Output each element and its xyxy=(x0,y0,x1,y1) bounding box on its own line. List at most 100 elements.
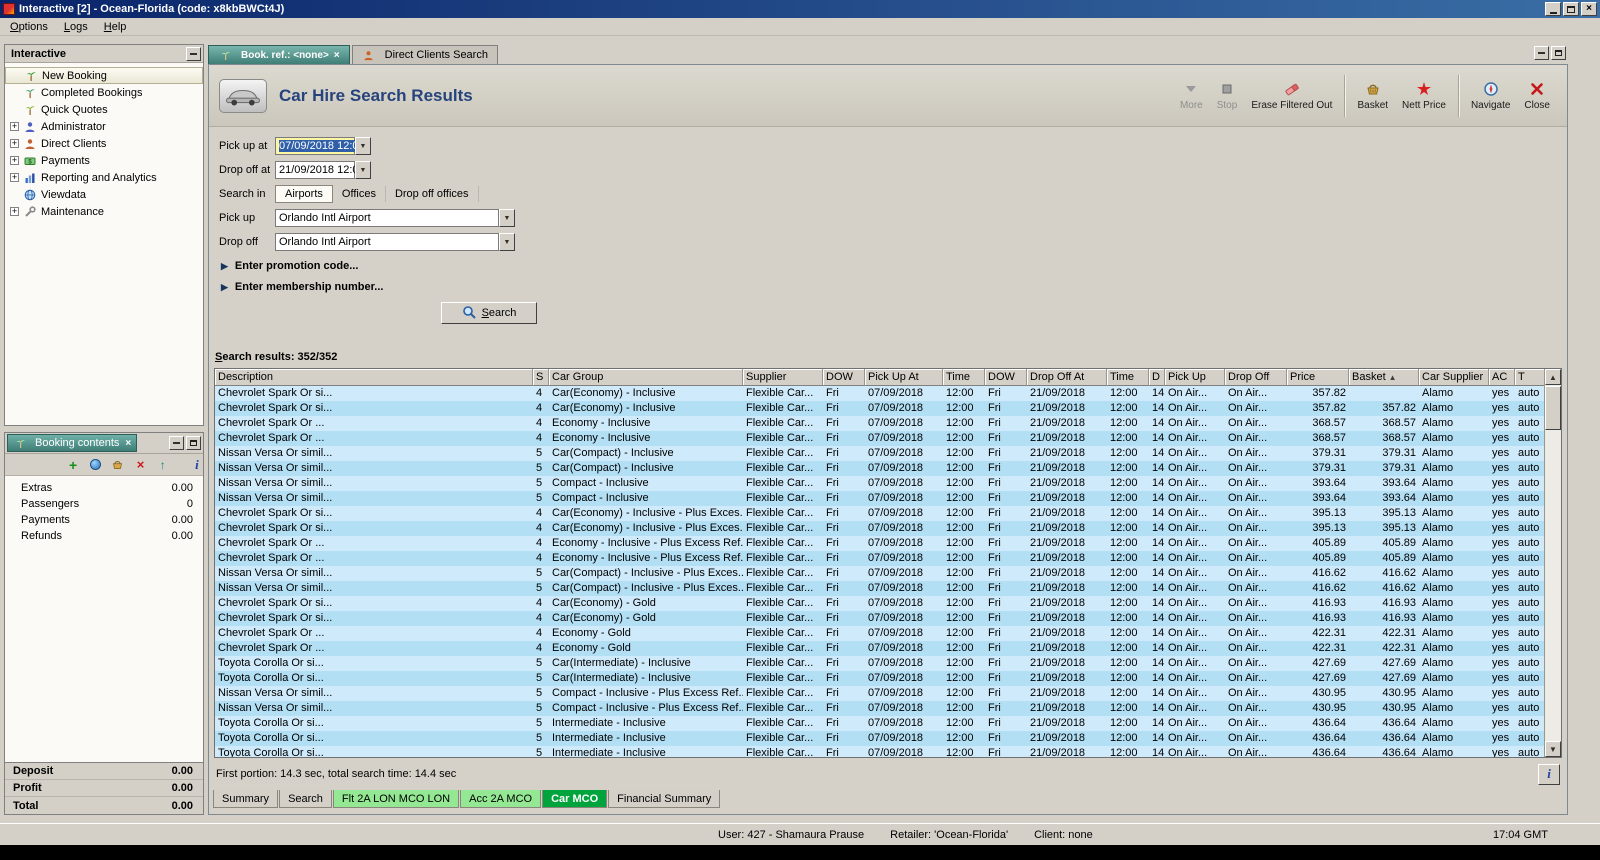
column-header-car-group[interactable]: Car Group xyxy=(549,369,743,386)
dropoff-at-input[interactable]: 21/09/2018 12:00 xyxy=(275,161,365,179)
tab-booking-ref[interactable]: Book. ref.: <none> × xyxy=(208,45,350,64)
table-row[interactable]: Chevrolet Spark Or si... 4 Car(Economy) - … xyxy=(215,611,1544,626)
info-button[interactable]: i xyxy=(1538,763,1560,785)
table-row[interactable]: Nissan Versa Or simil... 5 Compact - Inclu… xyxy=(215,491,1544,506)
menu-logs[interactable]: Logs xyxy=(56,19,96,35)
table-row[interactable]: Nissan Versa Or simil... 5 Car(Compact) - … xyxy=(215,566,1544,581)
stop-button[interactable]: Stop xyxy=(1210,76,1245,115)
sidebar-item-maintenance[interactable]: + Maintenance xyxy=(5,203,203,220)
close-button[interactable]: Close xyxy=(1517,76,1557,115)
erase-filtered-out-button[interactable]: Erase Filtered Out xyxy=(1244,76,1339,115)
table-row[interactable]: Nissan Versa Or simil... 5 Car(Compact) - … xyxy=(215,446,1544,461)
table-row[interactable]: Chevrolet Spark Or si... 4 Car(Economy) - … xyxy=(215,596,1544,611)
search-in-offices[interactable]: Offices xyxy=(333,186,386,202)
navigate-button[interactable]: Navigate xyxy=(1464,76,1517,115)
tab-summary[interactable]: Summary xyxy=(213,790,279,808)
vertical-scrollbar[interactable]: ▲ ▼ xyxy=(1544,369,1561,757)
table-row[interactable]: Nissan Versa Or simil... 5 Car(Compact) - … xyxy=(215,581,1544,596)
table-row[interactable]: Toyota Corolla Or si... 5 Car(Intermediate… xyxy=(215,671,1544,686)
column-header-car-supplier[interactable]: Car Supplier xyxy=(1419,369,1489,386)
column-header-dow[interactable]: DOW xyxy=(823,369,865,386)
menu-help[interactable]: Help xyxy=(96,19,135,35)
sidebar-item-direct-clients[interactable]: + Direct Clients xyxy=(5,135,203,152)
basket-icon[interactable] xyxy=(111,458,124,472)
column-header-drop-off[interactable]: Drop Off xyxy=(1225,369,1287,386)
tab-financial-summary[interactable]: Financial Summary xyxy=(608,790,721,808)
restore-view-button[interactable] xyxy=(1551,46,1566,60)
tab-flight[interactable]: Flt 2A LON MCO LON xyxy=(332,790,460,808)
table-row[interactable]: Chevrolet Spark Or si... 4 Car(Economy) - … xyxy=(215,386,1544,401)
close-tab-icon[interactable]: × xyxy=(334,50,340,61)
nett-price-button[interactable]: Nett Price xyxy=(1395,76,1453,115)
search-button[interactable]: Search xyxy=(441,302,537,324)
column-header-drop-off-at[interactable]: Drop Off At xyxy=(1027,369,1107,386)
tab-car[interactable]: Car MCO xyxy=(542,790,608,808)
tab-direct-clients-search[interactable]: Direct Clients Search xyxy=(351,45,498,64)
info-icon[interactable]: i xyxy=(191,457,203,472)
table-row[interactable]: Chevrolet Spark Or ... 4 Economy - Inclusi… xyxy=(215,536,1544,551)
table-row[interactable]: Chevrolet Spark Or ... 4 Economy - Gold Fle… xyxy=(215,626,1544,641)
table-row[interactable]: Chevrolet Spark Or ... 4 Economy - Inclusi… xyxy=(215,416,1544,431)
close-icon[interactable]: × xyxy=(125,438,131,449)
column-header-d[interactable]: D xyxy=(1149,369,1165,386)
chevron-down-icon[interactable]: ▼ xyxy=(499,209,515,227)
table-row[interactable]: Nissan Versa Or simil... 5 Compact - Inclu… xyxy=(215,686,1544,701)
globe-icon[interactable] xyxy=(89,458,101,472)
scroll-up-icon[interactable]: ▲ xyxy=(1545,369,1561,385)
column-header-supplier[interactable]: Supplier xyxy=(743,369,823,386)
expand-icon[interactable]: + xyxy=(10,207,19,216)
search-in-dropoff-offices[interactable]: Drop off offices xyxy=(386,186,479,202)
expand-icon[interactable]: + xyxy=(10,156,19,165)
list-item[interactable]: Extras 0.00 xyxy=(5,480,203,496)
column-header-ac[interactable]: AC xyxy=(1489,369,1515,386)
expand-icon[interactable]: + xyxy=(10,173,19,182)
list-item[interactable]: Passengers 0 xyxy=(5,496,203,512)
restore-panel-button[interactable] xyxy=(186,436,201,450)
search-in-airports[interactable]: Airports xyxy=(275,185,333,203)
membership-number-expander[interactable]: ▶ Enter membership number... xyxy=(221,281,1567,293)
column-header-description[interactable]: Description xyxy=(215,369,533,386)
promotion-code-expander[interactable]: ▶ Enter promotion code... xyxy=(221,260,1567,272)
table-row[interactable]: Nissan Versa Or simil... 5 Compact - Inclu… xyxy=(215,701,1544,716)
column-header-t[interactable]: T xyxy=(1515,369,1544,386)
column-header-s[interactable]: S xyxy=(533,369,549,386)
table-row[interactable]: Chevrolet Spark Or si... 4 Car(Economy) - … xyxy=(215,506,1544,521)
sidebar-item-viewdata[interactable]: Viewdata xyxy=(5,186,203,203)
add-icon[interactable]: + xyxy=(67,457,79,473)
table-row[interactable]: Chevrolet Spark Or si... 4 Car(Economy) - … xyxy=(215,521,1544,536)
chevron-down-icon[interactable]: ▼ xyxy=(499,233,515,251)
column-header-basket[interactable]: Basket ▲ xyxy=(1349,369,1419,386)
table-row[interactable]: Toyota Corolla Or si... 5 Intermediate - I… xyxy=(215,731,1544,746)
sidebar-item-quick-quotes[interactable]: Quick Quotes xyxy=(5,101,203,118)
column-header-pick-up-at[interactable]: Pick Up At xyxy=(865,369,943,386)
expand-icon[interactable]: + xyxy=(10,122,19,131)
list-item[interactable]: Payments 0.00 xyxy=(5,512,203,528)
column-header-pick-up[interactable]: Pick Up xyxy=(1165,369,1225,386)
maximize-button[interactable] xyxy=(1563,2,1579,16)
sidebar-item-new-booking[interactable]: New Booking xyxy=(5,67,203,84)
sidebar-item-reporting-analytics[interactable]: + Reporting and Analytics xyxy=(5,169,203,186)
close-window-button[interactable]: × xyxy=(1581,2,1597,16)
chevron-down-icon[interactable]: ▼ xyxy=(355,137,371,155)
table-row[interactable]: Nissan Versa Or simil... 5 Car(Compact) - … xyxy=(215,461,1544,476)
table-row[interactable]: Chevrolet Spark Or ... 4 Economy - Inclusi… xyxy=(215,431,1544,446)
column-header-time[interactable]: Time xyxy=(943,369,985,386)
basket-button[interactable]: Basket xyxy=(1350,76,1395,115)
scroll-down-icon[interactable]: ▼ xyxy=(1545,741,1561,757)
table-row[interactable]: Toyota Corolla Or si... 5 Intermediate - I… xyxy=(215,716,1544,731)
sidebar-item-payments[interactable]: + $ Payments xyxy=(5,152,203,169)
delete-icon[interactable]: × xyxy=(134,457,146,472)
booking-contents-tab[interactable]: Booking contents × xyxy=(7,434,138,452)
minimize-panel-button[interactable] xyxy=(169,436,184,450)
tab-accommodation[interactable]: Acc 2A MCO xyxy=(460,790,542,808)
scrollbar-thumb[interactable] xyxy=(1545,386,1561,430)
table-row[interactable]: Chevrolet Spark Or ... 4 Economy - Inclusi… xyxy=(215,551,1544,566)
sidebar-item-administrator[interactable]: + Administrator xyxy=(5,118,203,135)
minimize-button[interactable] xyxy=(1545,2,1561,16)
column-header-time[interactable]: Time xyxy=(1107,369,1149,386)
table-row[interactable]: Nissan Versa Or simil... 5 Compact - Inclu… xyxy=(215,476,1544,491)
collapse-panel-button[interactable] xyxy=(186,46,201,61)
table-row[interactable]: Chevrolet Spark Or si... 4 Car(Economy) - … xyxy=(215,401,1544,416)
tab-search[interactable]: Search xyxy=(279,790,332,808)
dropoff-location-select[interactable]: Orlando Intl Airport xyxy=(275,233,499,251)
